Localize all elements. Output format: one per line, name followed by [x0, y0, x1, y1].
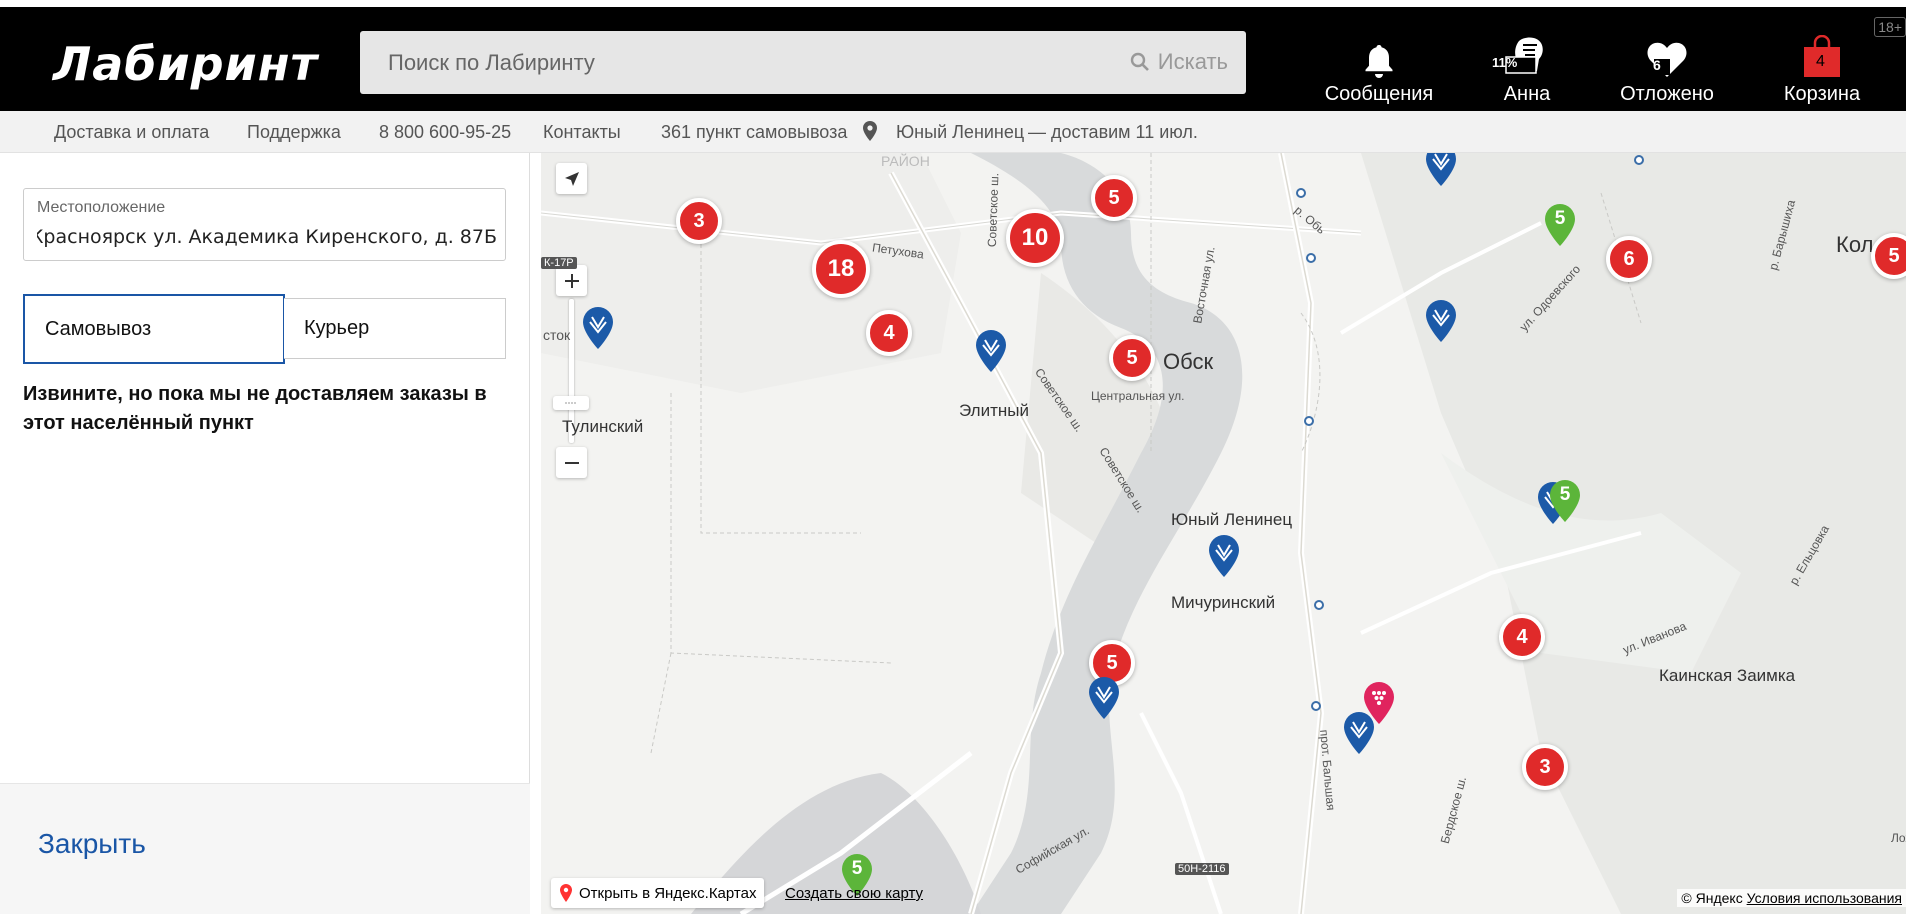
search-icon [1130, 52, 1149, 71]
search-button[interactable]: Искать [1130, 47, 1228, 77]
map-label-yuny-leninets: Юный Ленинец [1171, 510, 1293, 529]
green-pin-count: 5 [1559, 484, 1571, 505]
plus-icon [564, 273, 579, 288]
pickup-cluster[interactable]: 5 [1109, 335, 1155, 381]
map-view[interactable]: Тулинский Элитный Юный Ленинец Мичуринск… [541, 153, 1906, 914]
pickup-points-link[interactable]: 361 пункт самовывоза [661, 122, 847, 143]
nav-profile[interactable]: 11% Анна [1452, 33, 1602, 106]
map-label-stok: сток [543, 327, 571, 343]
green-pin-count: 5 [1554, 208, 1566, 229]
bell-icon [1365, 45, 1393, 78]
delivery-date: доставим 11 июл. [1051, 122, 1198, 142]
nav-profile-label: Анна [1503, 83, 1551, 105]
terms-link[interactable]: Условия использования [1747, 890, 1902, 906]
map-label-kol: Кол [1836, 232, 1874, 257]
map-label-sovetskoe-1: Советское ш. [984, 172, 1002, 248]
green-pin-count: 5 [851, 858, 863, 879]
search-input[interactable] [388, 31, 1088, 94]
minus-icon [564, 461, 579, 464]
zoom-out-button[interactable] [556, 447, 587, 478]
map-label-obsk: Обск [1163, 349, 1214, 374]
info-bar: Доставка и оплата Поддержка 8 800 600-95… [0, 111, 1906, 153]
post-office-pin-icon[interactable] [1087, 676, 1121, 720]
no-delivery-message: Извините, но пока мы не доставляем заказ… [23, 383, 487, 434]
location-pin-icon [863, 121, 877, 141]
tab-pickup[interactable]: Самовывоз [23, 294, 285, 364]
nav-saved-label: Отложено [1620, 83, 1714, 105]
map-label-michurinsky: Мичуринский [1171, 593, 1276, 612]
post-office-pin-icon[interactable] [1207, 534, 1241, 578]
green-pickup-pin[interactable]: 5 [1548, 479, 1582, 523]
pickup-cluster[interactable]: 6 [1606, 236, 1652, 282]
map-pin-icon [560, 884, 572, 902]
cart-count-badge: 4 [1816, 53, 1825, 70]
zoom-slider-handle[interactable] [553, 396, 589, 410]
support-link[interactable]: Поддержка [247, 122, 341, 143]
nav-cart-label: Корзина [1783, 83, 1861, 105]
location-text: Красноярск ул. Академика Киренского, д. … [37, 226, 497, 248]
post-office-pin-icon[interactable] [1424, 299, 1458, 343]
location-value[interactable]: Красноярск ул. Академика Киренского, д. … [37, 226, 497, 248]
open-in-yandex-maps-button[interactable]: Открыть в Яндекс.Картах [551, 878, 765, 908]
search-button-label: Искать [1157, 49, 1228, 74]
map-label-road-50n: 50Н-2116 [1175, 863, 1229, 875]
contacts-link[interactable]: Контакты [543, 122, 621, 143]
heart-icon [1647, 42, 1687, 77]
pickup-cluster[interactable]: 18 [812, 240, 870, 298]
green-pickup-pin[interactable]: 5 [1543, 203, 1577, 247]
geolocate-button[interactable] [556, 163, 587, 194]
site-header: Лабиринт Искать Сообщения 11% Анна 6 Отл… [0, 7, 1906, 111]
map-label-road-17r: К-17Р [541, 257, 577, 269]
post-office-pin-icon[interactable] [581, 306, 615, 350]
grip-icon [565, 402, 577, 404]
post-office-pin-icon[interactable] [974, 329, 1008, 373]
create-map-link[interactable]: Создать свою карту [785, 885, 923, 902]
profile-discount-badge: 11% [1492, 55, 1518, 70]
saved-count-badge: 6 [1653, 57, 1661, 73]
pickup-cluster[interactable]: 4 [1499, 614, 1545, 660]
phone-number[interactable]: 8 800 600-95-25 [379, 122, 511, 143]
copyright-text: © Яндекс [1681, 890, 1743, 906]
panel-footer: Закрыть [0, 783, 530, 914]
close-button[interactable]: Закрыть [38, 828, 146, 860]
map-label-rayon: РАЙОН [881, 153, 930, 169]
map-label-tulinsky: Тулинский [562, 417, 644, 436]
open-in-yandex-maps-label: Открыть в Яндекс.Картах [579, 884, 757, 902]
post-office-pin-icon[interactable] [1424, 153, 1458, 187]
nav-messages[interactable]: Сообщения [1304, 33, 1454, 106]
map-label-elitny: Элитный [959, 401, 1029, 420]
tab-courier[interactable]: Курьер [284, 298, 506, 359]
navigation-arrow-icon [564, 171, 579, 186]
search-bar: Искать [360, 31, 1246, 94]
pickup-cluster[interactable]: 4 [866, 310, 912, 356]
map-label-kainskaya: Каинская Заимка [1659, 666, 1796, 685]
nav-cart[interactable]: 4 Корзина [1747, 33, 1897, 106]
pickup-cluster[interactable]: 10 [1006, 209, 1064, 267]
pickup-cluster[interactable]: 5 [1091, 175, 1137, 221]
pickup-cluster[interactable]: 3 [676, 198, 722, 244]
map-label-lokh: Лох [1891, 831, 1906, 845]
pickup-cluster[interactable]: 3 [1522, 744, 1568, 790]
map-copyright: © Яндекс Условия использования [1677, 889, 1906, 907]
map-label-tsentralnaya: Центральная ул. [1091, 389, 1185, 403]
nav-messages-label: Сообщения [1324, 83, 1434, 105]
age-rating-badge: 18+ [1874, 17, 1906, 37]
top-strip [0, 0, 1906, 7]
zoom-in-button[interactable] [556, 265, 587, 296]
site-logo[interactable]: Лабиринт [53, 37, 318, 91]
location-label: Местоположение [37, 199, 166, 216]
location-field[interactable]: Местоположение Красноярск ул. Академика … [23, 188, 506, 261]
delivery-panel: Местоположение Красноярск ул. Академика … [0, 153, 530, 914]
dash: — [1028, 122, 1046, 142]
nav-saved[interactable]: 6 Отложено [1592, 33, 1742, 106]
pink-partner-pin-icon[interactable] [1362, 681, 1396, 725]
delivery-link[interactable]: Доставка и оплата [54, 122, 209, 143]
city-selector[interactable]: Юный Ленинец [896, 122, 1024, 143]
